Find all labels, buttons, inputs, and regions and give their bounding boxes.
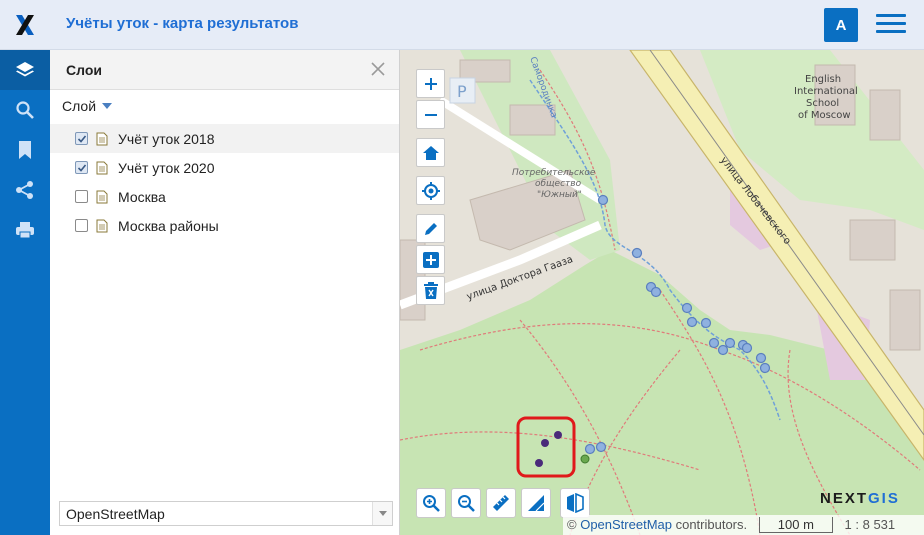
app-title: Учёты уток - карта результатов xyxy=(66,15,299,32)
trash-icon xyxy=(423,281,438,299)
map-attribution: © OpenStreetMap contributors. 100 m 1 : … xyxy=(563,515,924,535)
layer-item[interactable]: Учёт уток 2018 xyxy=(50,124,399,153)
sidebar-item-search[interactable] xyxy=(0,90,50,130)
layers-icon xyxy=(16,62,34,77)
map-point[interactable] xyxy=(580,454,590,464)
layer-label: Москва xyxy=(118,188,166,205)
crosshair-icon xyxy=(421,181,440,200)
x-logo-icon xyxy=(16,15,34,35)
document-icon xyxy=(96,161,108,174)
layer-label: Москва районы xyxy=(118,217,219,234)
zoom-out-icon xyxy=(458,495,475,512)
layer-item[interactable]: Учёт уток 2020 xyxy=(50,153,399,182)
add-feature-button[interactable] xyxy=(416,245,445,274)
left-sidebar xyxy=(0,50,50,535)
minus-icon xyxy=(424,113,437,116)
print-icon xyxy=(16,222,34,239)
layer-checkbox[interactable] xyxy=(75,161,88,174)
map-view[interactable]: English International School of Moscow П… xyxy=(400,50,924,535)
document-icon xyxy=(96,190,108,203)
map-canvas[interactable]: English International School of Moscow П… xyxy=(400,50,924,535)
document-icon xyxy=(96,219,108,232)
sidebar-item-share[interactable] xyxy=(0,170,50,210)
layer-label: Учёт уток 2020 xyxy=(118,159,215,176)
layer-checkbox[interactable] xyxy=(75,190,88,203)
zoom-in-tool-button[interactable] xyxy=(416,488,446,518)
layer-item[interactable]: Москва районы xyxy=(50,211,399,240)
panel-header: Слои xyxy=(50,50,399,90)
layer-dropdown-label: Слой xyxy=(62,98,97,114)
home-extent-button[interactable] xyxy=(416,138,445,167)
swipe-compare-button[interactable] xyxy=(560,488,590,518)
bookmark-icon xyxy=(19,141,31,159)
layer-tree: Учёт уток 2018 Учёт уток 2020 Москва Мос… xyxy=(50,124,399,240)
layer-checkbox[interactable] xyxy=(75,132,88,145)
ruler-icon xyxy=(493,495,509,511)
check-icon xyxy=(77,163,86,172)
layer-label: Учёт уток 2018 xyxy=(118,130,215,147)
layers-panel: Слои Слой Учёт уток 2018 Учёт уток 2020 … xyxy=(50,50,400,535)
hamburger-menu-icon[interactable] xyxy=(876,14,906,36)
sidebar-item-bookmarks[interactable] xyxy=(0,130,50,170)
osm-link[interactable]: OpenStreetMap xyxy=(580,517,672,532)
swipe-icon xyxy=(567,493,584,513)
app-logo[interactable] xyxy=(0,0,50,50)
panel-title: Слои xyxy=(66,62,102,78)
layer-checkbox[interactable] xyxy=(75,219,88,232)
user-avatar-button[interactable]: A xyxy=(824,8,858,42)
measure-distance-button[interactable] xyxy=(486,488,516,518)
scale-bar: 100 m xyxy=(758,517,833,533)
pencil-icon xyxy=(424,222,437,235)
zoom-in-button[interactable] xyxy=(416,69,445,98)
close-icon[interactable] xyxy=(369,60,387,78)
app-header: Учёты уток - карта результатов A xyxy=(0,0,924,50)
check-icon xyxy=(77,134,86,143)
chevron-down-icon xyxy=(372,502,392,525)
measure-area-button[interactable] xyxy=(521,488,551,518)
area-ruler-icon xyxy=(528,495,545,512)
zoom-in-icon xyxy=(423,495,440,512)
scale-ratio: 1 : 8 531 xyxy=(844,517,896,532)
chevron-down-icon xyxy=(102,103,113,109)
layer-dropdown[interactable]: Слой xyxy=(62,98,113,114)
add-square-icon xyxy=(422,251,439,268)
edit-button[interactable] xyxy=(416,214,445,243)
zoom-out-tool-button[interactable] xyxy=(451,488,481,518)
zoom-out-button[interactable] xyxy=(416,100,445,129)
share-icon xyxy=(16,181,33,199)
plus-icon xyxy=(424,77,437,90)
basemap-value: OpenStreetMap xyxy=(66,506,165,522)
document-icon xyxy=(96,132,108,145)
parking-label: P xyxy=(457,82,467,101)
nextgis-logo: NEXTGIS xyxy=(820,490,900,507)
home-icon xyxy=(422,145,439,160)
delete-feature-button[interactable] xyxy=(416,276,445,305)
basemap-select[interactable]: OpenStreetMap xyxy=(59,501,393,526)
layer-item[interactable]: Москва xyxy=(50,182,399,211)
sidebar-item-layers[interactable] xyxy=(0,50,50,90)
sidebar-item-print[interactable] xyxy=(0,210,50,250)
geolocate-button[interactable] xyxy=(416,176,445,205)
search-icon xyxy=(16,101,34,119)
